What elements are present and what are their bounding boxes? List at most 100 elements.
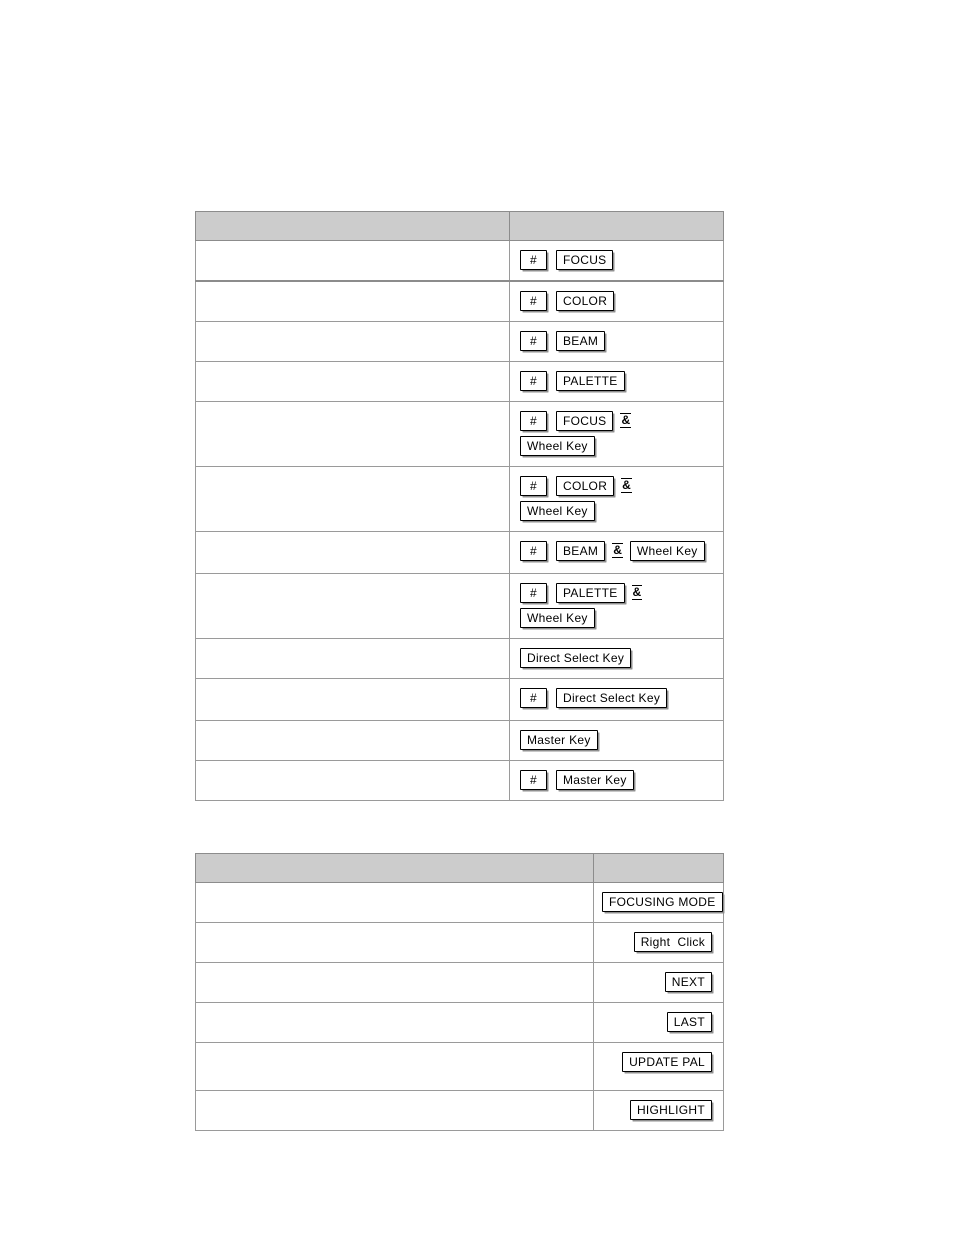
key-sequence: LAST	[594, 1003, 723, 1042]
key-cap-update-pal[interactable]: UPDATE PAL	[622, 1051, 712, 1072]
key-sequence-line: Wheel Key	[520, 499, 715, 524]
key-sequence: # BEAM	[510, 322, 723, 361]
cell-description	[195, 321, 510, 362]
key-cap-[interactable]: #	[520, 249, 547, 270]
key-cap-focusing-mode[interactable]: FOCUSING MODE	[602, 891, 723, 912]
cell-description	[195, 882, 594, 923]
description-text	[196, 322, 509, 352]
key-sequence: Right Click	[594, 923, 723, 962]
key-cap-wheel-key[interactable]: Wheel Key	[629, 540, 705, 561]
softkeys-table-body: FOCUSING MODE Right Click NEXT LAST UPDATE P…	[195, 853, 724, 1131]
cell-keys: # FOCUS & Wheel Key	[509, 401, 724, 467]
table-row: # COLOR & Wheel Key	[195, 466, 724, 532]
key-cap-[interactable]: #	[520, 370, 547, 391]
key-cap-wheel-key[interactable]: Wheel Key	[520, 435, 595, 456]
table-row: # BEAM & Wheel Key	[195, 531, 724, 574]
key-cap-color[interactable]: COLOR	[555, 290, 615, 311]
key-cap-wheel-key[interactable]: Wheel Key	[520, 607, 595, 628]
cell-keys: # PALETTE	[509, 361, 724, 402]
table-row: Direct Select Key	[195, 638, 724, 679]
description-text	[196, 402, 509, 432]
key-sequence-line: # PALETTE	[520, 369, 715, 394]
key-sequence-line: HIGHLIGHT	[602, 1098, 715, 1123]
key-sequence-line: # BEAM	[520, 329, 715, 354]
description-text	[196, 639, 509, 669]
key-combo-ampersand: &	[631, 585, 643, 601]
key-sequence: HIGHLIGHT	[594, 1091, 723, 1130]
key-sequence: # FOCUS & Wheel Key	[510, 402, 723, 466]
cell-description	[195, 466, 510, 532]
cell-description	[195, 531, 510, 574]
key-sequence-line: # FOCUS	[520, 248, 715, 273]
key-cap-last[interactable]: LAST	[666, 1011, 712, 1032]
key-cap-next[interactable]: NEXT	[664, 971, 712, 992]
key-cap-color[interactable]: COLOR	[555, 475, 615, 496]
cell-keys: # PALETTE & Wheel Key	[509, 573, 724, 639]
shortcuts-table-body: # FOCUS # COLOR # BEAM # PALETTE # FOCUS &Wheel Ke…	[195, 211, 724, 801]
key-cap-wheel-key[interactable]: Wheel Key	[520, 500, 595, 521]
key-sequence-line: # COLOR &	[520, 474, 715, 499]
header-cell-description	[195, 211, 510, 241]
description-text	[196, 883, 593, 913]
cell-keys: UPDATE PAL	[593, 1042, 724, 1091]
cell-keys: # Direct Select Key	[509, 678, 724, 721]
key-cap-focus[interactable]: FOCUS	[555, 249, 614, 270]
cell-description	[195, 401, 510, 467]
key-cap-[interactable]: #	[520, 290, 547, 311]
key-cap-[interactable]: #	[520, 582, 547, 603]
cell-keys: Direct Select Key	[509, 638, 724, 679]
cell-description	[195, 638, 510, 679]
key-cap-master-key[interactable]: Master Key	[555, 769, 634, 790]
table-row: HIGHLIGHT	[195, 1090, 724, 1131]
document-page: # FOCUS # COLOR # BEAM # PALETTE # FOCUS &Wheel Ke…	[0, 0, 954, 1235]
key-sequence: # PALETTE & Wheel Key	[510, 574, 723, 638]
key-cap-palette[interactable]: PALETTE	[555, 370, 625, 391]
header-cell-description	[195, 853, 594, 883]
cell-description	[195, 922, 594, 963]
key-sequence: # BEAM & Wheel Key	[510, 532, 723, 571]
table-row: FOCUSING MODE	[195, 882, 724, 923]
description-text	[196, 532, 509, 562]
description-text	[196, 679, 509, 709]
table-row: # PALETTE & Wheel Key	[195, 573, 724, 639]
key-combo-ampersand: &	[612, 543, 623, 559]
header-cell-keys	[593, 853, 724, 883]
table-row: # Master Key	[195, 760, 724, 801]
cell-description	[195, 1002, 594, 1043]
key-combo-ampersand: &	[620, 413, 632, 429]
key-sequence: Master Key	[510, 721, 723, 760]
key-cap-focus[interactable]: FOCUS	[555, 410, 614, 431]
description-text	[196, 362, 509, 392]
key-cap-[interactable]: #	[520, 769, 547, 790]
description-text	[196, 282, 509, 312]
key-sequence-line: Master Key	[520, 728, 715, 753]
key-cap-[interactable]: #	[520, 410, 547, 431]
cell-description	[195, 1042, 594, 1091]
key-cap-direct-select-key[interactable]: Direct Select Key	[520, 647, 632, 668]
key-sequence-line: FOCUSING MODE	[602, 890, 723, 915]
cell-description	[195, 573, 510, 639]
table-row: # COLOR	[195, 280, 724, 322]
key-sequence-line: # Direct Select Key	[520, 686, 715, 711]
key-cap-[interactable]: #	[520, 540, 547, 561]
key-cap-master-key[interactable]: Master Key	[520, 729, 598, 750]
key-sequence-line: # FOCUS & Wheel Key	[520, 409, 715, 459]
key-sequence: NEXT	[594, 963, 723, 1002]
cell-description	[195, 240, 510, 282]
key-sequence-line: UPDATE PAL	[602, 1050, 715, 1075]
key-cap-right-click[interactable]: Right Click	[633, 931, 712, 952]
key-cap-highlight[interactable]: HIGHLIGHT	[629, 1099, 712, 1120]
table-row: # Direct Select Key	[195, 678, 724, 721]
cell-description	[195, 720, 510, 761]
key-cap-palette[interactable]: PALETTE	[555, 582, 625, 603]
key-sequence-line: # BEAM & Wheel Key	[520, 539, 715, 564]
cell-keys: # COLOR & Wheel Key	[509, 466, 724, 532]
key-cap-[interactable]: #	[520, 330, 547, 351]
key-cap-[interactable]: #	[520, 687, 547, 708]
description-text	[196, 1091, 593, 1121]
key-cap-[interactable]: #	[520, 475, 547, 496]
key-cap-beam[interactable]: BEAM	[555, 540, 606, 561]
table-row: # PALETTE	[195, 361, 724, 402]
key-cap-beam[interactable]: BEAM	[555, 330, 606, 351]
key-cap-direct-select-key[interactable]: Direct Select Key	[555, 687, 668, 708]
